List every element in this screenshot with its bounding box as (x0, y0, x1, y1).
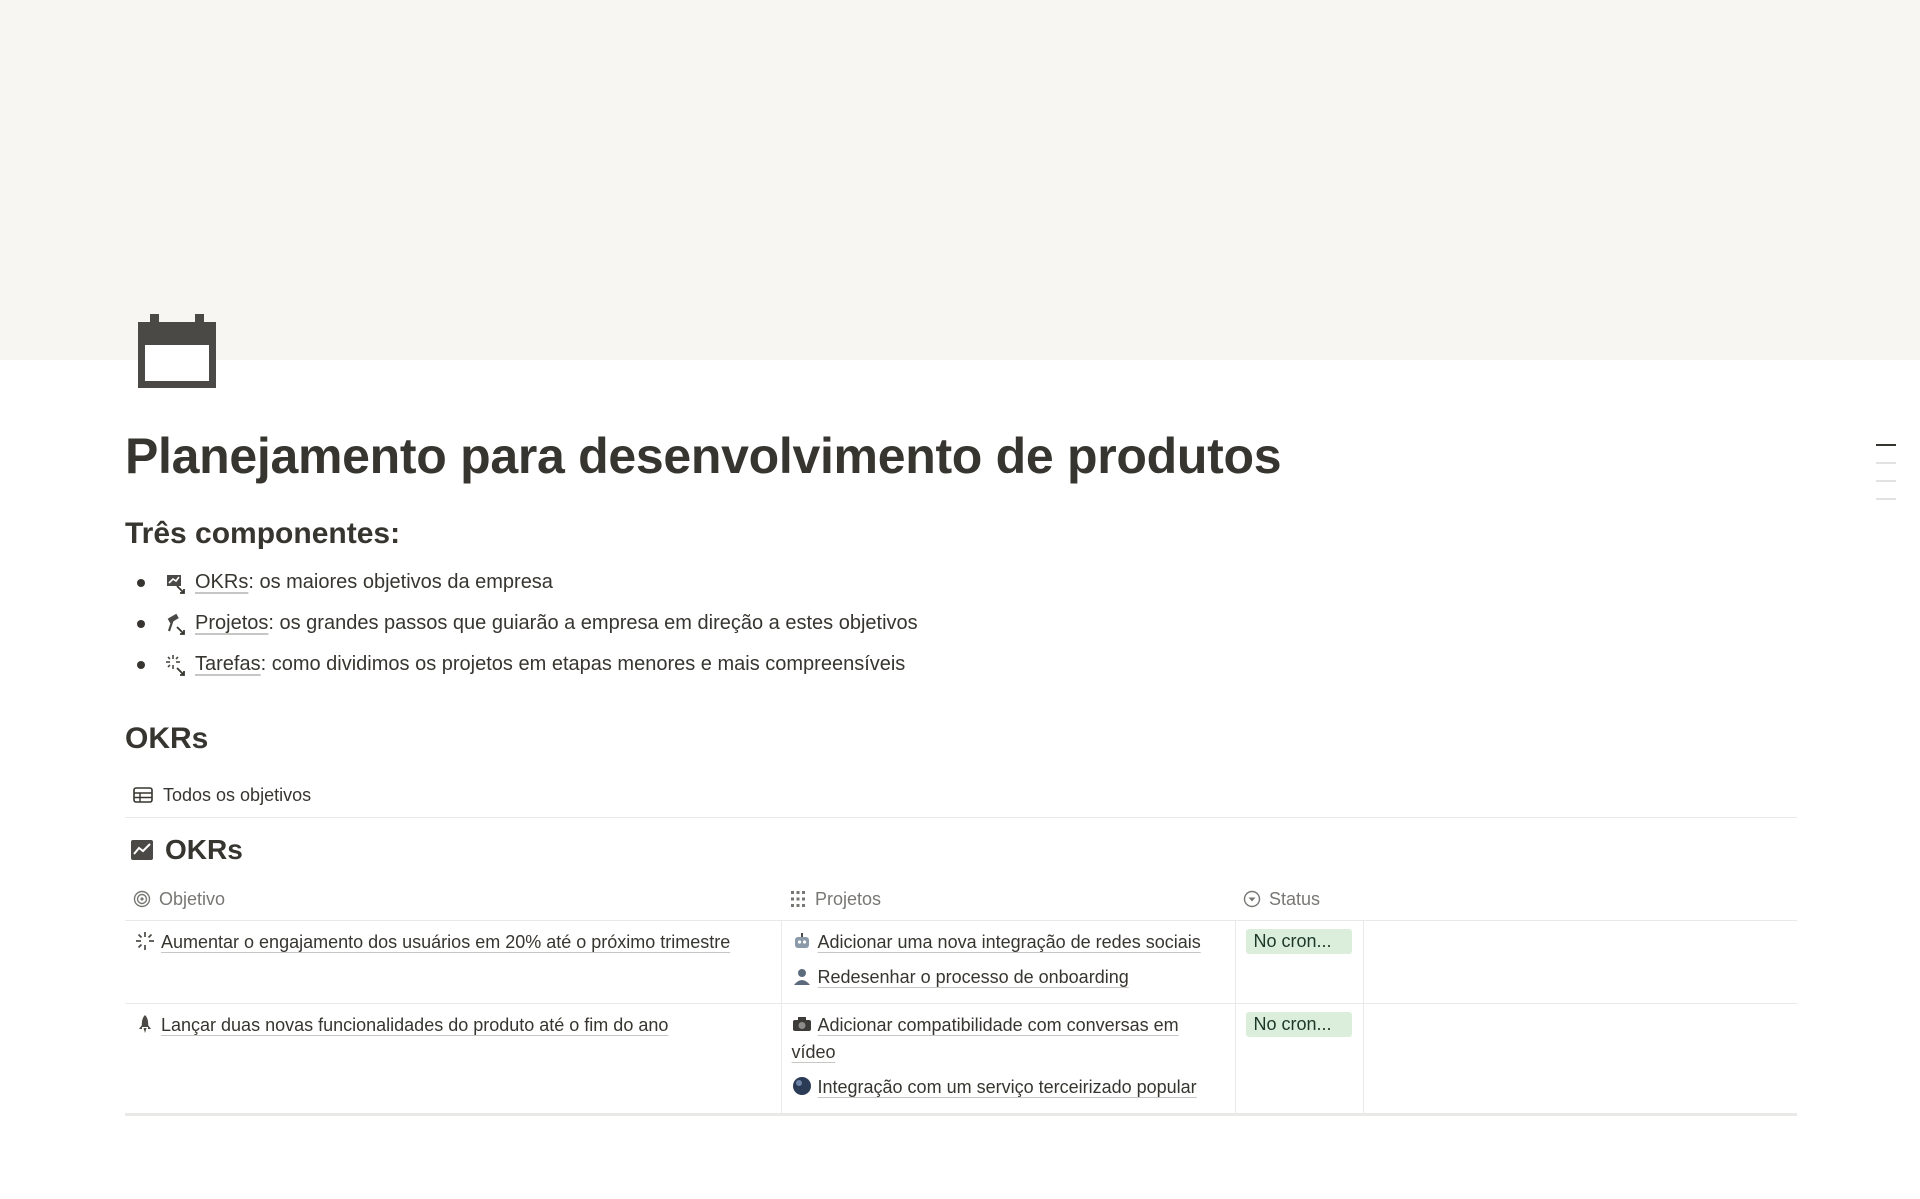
camera-icon (792, 1017, 811, 1031)
sparkle-icon (136, 932, 154, 950)
cell-projetos[interactable]: Adicionar compatibilidade com conversas … (780, 1003, 1235, 1116)
list-item-text: : os grandes passos que guiarão a empres… (268, 612, 918, 634)
view-tab-todos-os-objetivos[interactable]: Todos os objetivos (125, 773, 1797, 818)
cell-objetivo[interactable]: Lançar duas novas funcionalidades do pro… (125, 1003, 781, 1116)
cell-status[interactable]: No cron... (1234, 920, 1363, 1004)
table-of-contents-minimap[interactable] (1876, 444, 1896, 516)
status-badge[interactable]: No cron... (1245, 929, 1352, 954)
cell-empty (1362, 920, 1797, 1004)
database-title[interactable]: OKRs (125, 832, 1797, 868)
cell-objetivo[interactable]: Aumentar o engajamento dos usuários em 2… (125, 920, 781, 1004)
database-title-text: OKRs (165, 834, 243, 865)
column-header-status[interactable]: Status (1235, 878, 1363, 921)
column-header-projetos[interactable]: Projetos (781, 878, 1235, 921)
bullet-dot (137, 578, 145, 587)
column-header-objetivo[interactable]: Objetivo (125, 878, 781, 921)
cell-empty (1362, 1003, 1797, 1116)
page-content: Planejamento para desenvolvimento de pro… (125, 420, 1797, 1116)
bullet-dot (137, 619, 145, 628)
sparkle-icon (166, 654, 185, 676)
cell-status[interactable]: No cron... (1234, 1003, 1363, 1116)
list-item-text: : os maiores objetivos da empresa (248, 571, 553, 593)
hammer-icon (167, 613, 185, 635)
table-row[interactable]: Aumentar o engajamento dos usuários em 2… (125, 920, 1797, 1004)
relation-icon (791, 891, 805, 907)
chart-increasing-icon (131, 840, 153, 860)
globe-icon (792, 1077, 811, 1095)
components-heading[interactable]: Três componentes: (125, 514, 1797, 554)
cell-projetos[interactable]: Adicionar uma nova integração de redes s… (780, 920, 1235, 1004)
list-item: OKRs : os maiores objetivos da empresa (125, 562, 1797, 603)
objetivo-link[interactable]: Lançar duas novas funcionalidades do pro… (161, 1015, 668, 1035)
bullet-dot (137, 660, 145, 669)
objetivo-link[interactable]: Aumentar o engajamento dos usuários em 2… (161, 932, 730, 952)
view-tab-label: Todos os objetivos (163, 784, 312, 805)
projetos-page-link[interactable]: Projetos (165, 612, 268, 635)
project-item[interactable]: Integração com um serviço terceirizado p… (792, 1074, 1225, 1101)
okr-chart-icon (167, 574, 185, 594)
toc-line[interactable] (1876, 480, 1896, 482)
calendar-icon[interactable] (138, 314, 216, 388)
page-cover[interactable] (0, 0, 1920, 360)
list-item: Projetos : os grandes passos que guiarão… (125, 603, 1797, 644)
table-header-row: Objetivo Projetos Status (125, 878, 1797, 921)
status-icon (1243, 890, 1261, 908)
toc-line[interactable] (1876, 462, 1896, 464)
okrs-table: Objetivo Projetos Status Aumentar o enga… (125, 878, 1797, 1116)
column-header-empty (1363, 878, 1797, 921)
tarefas-page-link[interactable]: Tarefas (165, 653, 261, 676)
toc-line[interactable] (1876, 498, 1896, 500)
project-item[interactable]: Redesenhar o processo de onboarding (792, 964, 1225, 991)
list-item: Tarefas : como dividimos os projetos em … (125, 644, 1797, 685)
table-icon (133, 787, 153, 803)
components-list: OKRs : os maiores objetivos da empresa P… (125, 562, 1797, 685)
table-row[interactable]: Lançar duas novas funcionalidades do pro… (125, 1003, 1797, 1116)
person-icon (793, 969, 810, 985)
list-item-text: : como dividimos os projetos em etapas m… (260, 653, 906, 675)
project-item[interactable]: Adicionar compatibilidade com conversas … (792, 1012, 1225, 1066)
toc-line[interactable] (1876, 444, 1896, 446)
robot-icon (794, 933, 809, 948)
project-item[interactable]: Adicionar uma nova integração de redes s… (792, 929, 1225, 956)
okrs-heading[interactable]: OKRs (125, 719, 1797, 759)
target-icon (133, 890, 151, 908)
page-title[interactable]: Planejamento para desenvolvimento de pro… (125, 420, 1797, 492)
status-badge[interactable]: No cron... (1245, 1012, 1352, 1037)
okrs-page-link[interactable]: OKRs (165, 571, 248, 594)
rocket-icon (139, 1015, 151, 1033)
